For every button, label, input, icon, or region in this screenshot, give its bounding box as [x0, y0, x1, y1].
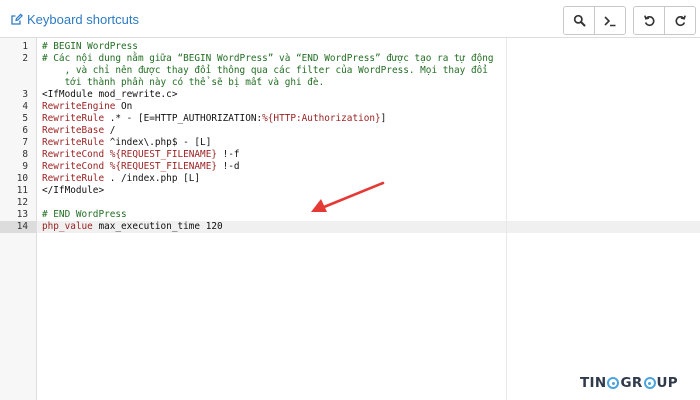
- redo-icon: [674, 14, 687, 27]
- directive-args: /: [104, 125, 116, 136]
- logo-o-icon: [607, 377, 620, 389]
- directive-args: .* - [E=HTTP_AUTHORIZATION:: [104, 113, 263, 124]
- line-text: RewriteCond %{REQUEST_FILENAME} !-f: [42, 149, 240, 161]
- search-icon: [573, 14, 586, 27]
- directive-args: . /index.php [L]: [104, 173, 201, 184]
- line-number: 1: [22, 41, 28, 52]
- file-editor-window: Keyboard shortcuts 1 # BEGIN WordPress 2…: [0, 0, 700, 400]
- directive-args: max_execution_time 120: [92, 221, 223, 232]
- line-text: # END WordPress: [42, 209, 127, 220]
- directive-args-tail: !-d: [217, 161, 240, 172]
- editor-toolbar: Keyboard shortcuts: [0, 0, 700, 37]
- search-button[interactable]: [564, 7, 594, 34]
- directive-keyword: RewriteRule: [42, 173, 105, 184]
- terminal-button[interactable]: [594, 7, 625, 34]
- line-text: RewriteCond %{REQUEST_FILENAME} !-d: [42, 161, 240, 173]
- server-variable: %{HTTP:Authorization}: [262, 113, 381, 124]
- keyboard-shortcuts-link[interactable]: Keyboard shortcuts: [10, 11, 139, 27]
- directive-keyword: RewriteRule: [42, 113, 105, 124]
- line-number: 6: [22, 125, 28, 136]
- redo-button[interactable]: [664, 7, 695, 34]
- line-number: 13: [16, 209, 28, 220]
- line-number: 8: [22, 149, 28, 160]
- undo-button[interactable]: [634, 7, 664, 34]
- line-text: <IfModule mod_rewrite.c>: [42, 89, 178, 100]
- server-variable: %{REQUEST_FILENAME}: [109, 149, 217, 160]
- line-number: 5: [22, 113, 28, 124]
- line-number: 2: [22, 53, 28, 64]
- tinogroup-logo: TIN GR UP: [580, 375, 678, 391]
- line-number: 10: [16, 173, 28, 184]
- terminal-icon: [603, 15, 617, 27]
- logo-o-icon: [643, 377, 656, 389]
- directive-keyword: php_value: [42, 221, 93, 232]
- directive-keyword: RewriteCond: [42, 161, 105, 172]
- directive-args-tail: ]: [380, 113, 387, 124]
- directive-args: On: [115, 101, 133, 112]
- line-text: php_value max_execution_time 120: [42, 221, 223, 233]
- line-number: 11: [16, 185, 28, 196]
- code-editor[interactable]: 1 # BEGIN WordPress 2 # Các nội dung nằm gi…: [0, 37, 700, 400]
- directive-keyword: RewriteCond: [42, 149, 105, 160]
- line-text: RewriteRule .* - [E=HTTP_AUTHORIZATION:%…: [42, 113, 386, 125]
- directive-keyword: RewriteRule: [42, 137, 105, 148]
- line-text: RewriteEngine On: [42, 101, 132, 113]
- line-text: # BEGIN WordPress: [42, 41, 138, 52]
- line-number: 12: [16, 197, 28, 208]
- line-text: tới thành phần này có thể sẽ bị mất và g…: [42, 77, 325, 88]
- print-margin: [506, 38, 507, 400]
- directive-keyword: RewriteEngine: [42, 101, 116, 112]
- keyboard-shortcuts-label: Keyboard shortcuts: [27, 11, 140, 27]
- search-terminal-group: [563, 6, 626, 35]
- line-text: # Các nội dung nằm giữa “BEGIN WordPress…: [42, 53, 494, 64]
- line-text: RewriteBase /: [42, 125, 115, 137]
- line-number: 7: [22, 137, 28, 148]
- line-number: 3: [22, 89, 28, 100]
- line-text: RewriteRule . /index.php [L]: [42, 173, 200, 185]
- undo-icon: [643, 14, 656, 27]
- line-text: RewriteRule ^index\.php$ - [L]: [42, 137, 211, 149]
- directive-args: ^index\.php$ - [L]: [104, 137, 212, 148]
- line-number: 9: [22, 161, 28, 172]
- line-text: , và chỉ nên được thay đổi thông qua các…: [42, 65, 488, 76]
- line-number: 14: [16, 221, 28, 232]
- line-text: </IfModule>: [42, 185, 105, 196]
- edit-icon: [10, 13, 23, 26]
- server-variable: %{REQUEST_FILENAME}: [109, 161, 217, 172]
- directive-keyword: RewriteBase: [42, 125, 105, 136]
- directive-args-tail: !-f: [217, 149, 240, 160]
- line-number: 4: [22, 101, 28, 112]
- undo-redo-group: [633, 6, 696, 35]
